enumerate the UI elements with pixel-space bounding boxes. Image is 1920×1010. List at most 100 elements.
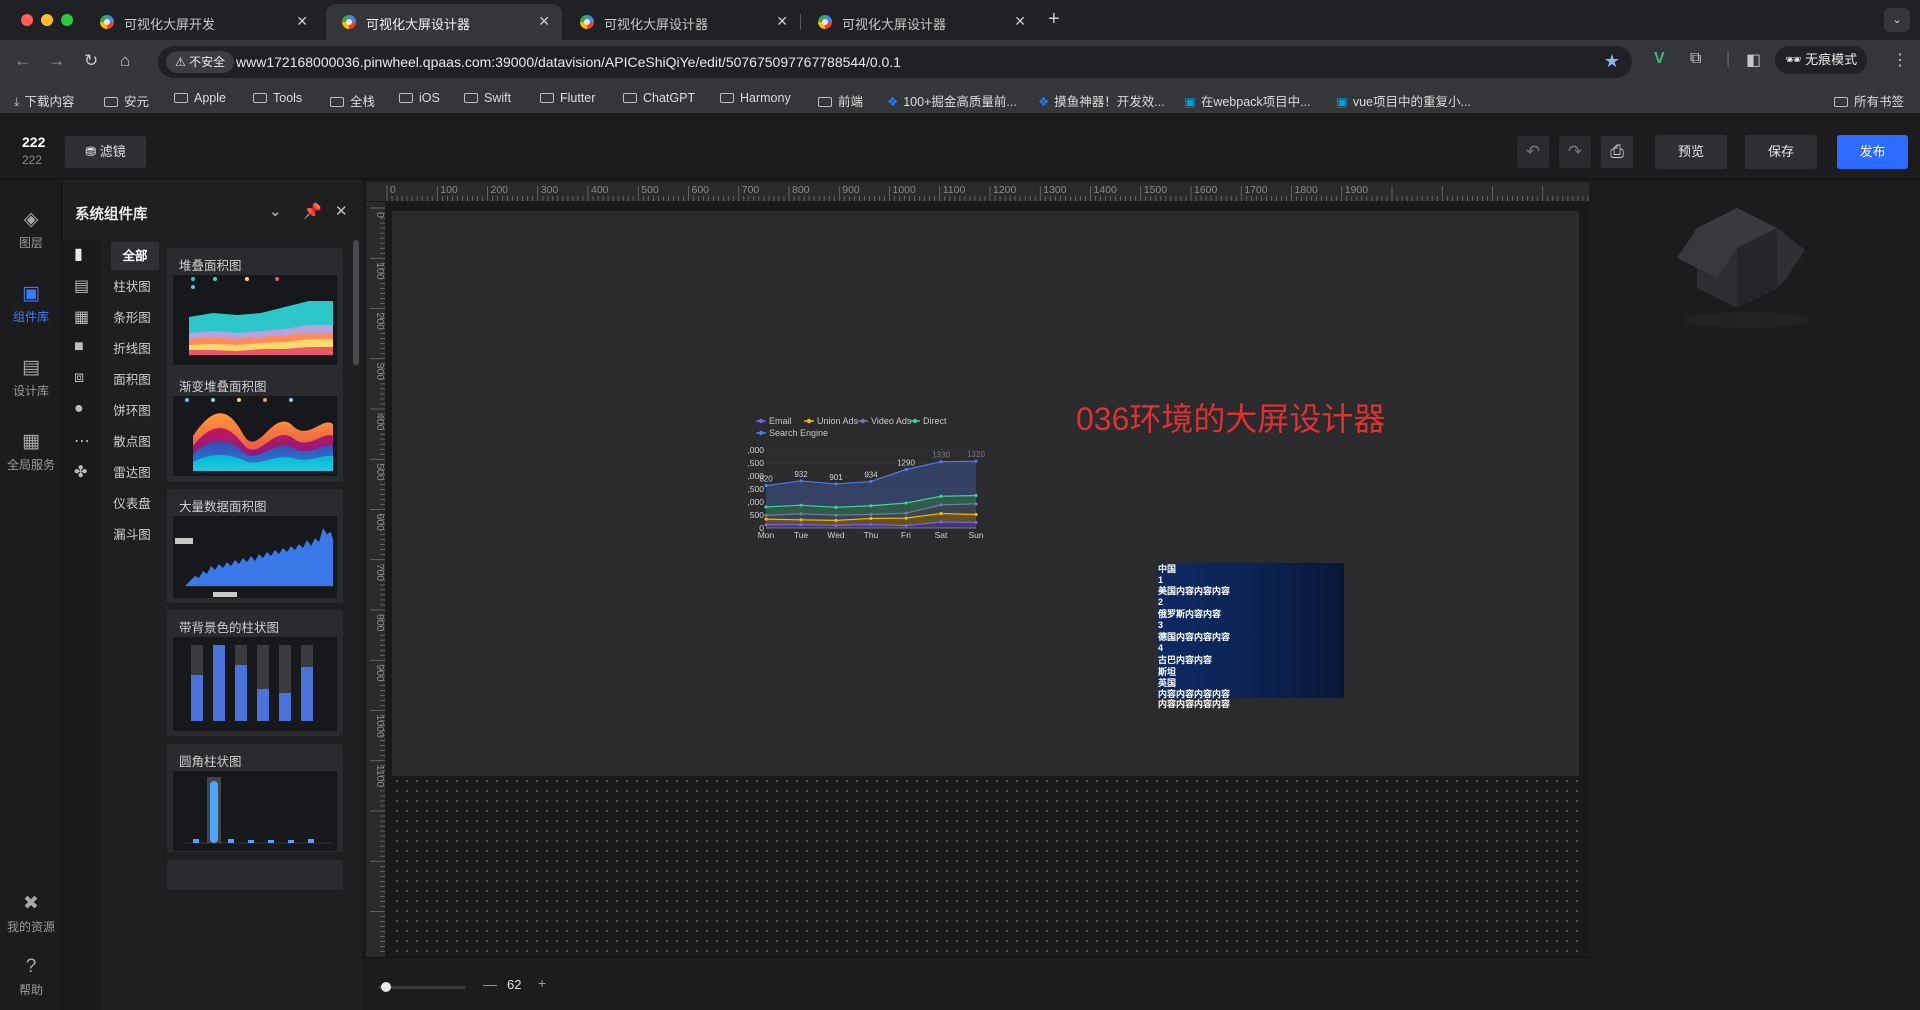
insecure-badge[interactable]: ⚠ 不安全 — [166, 51, 235, 73]
bar-chart-icon[interactable]: ▮ — [74, 244, 83, 264]
data-point[interactable] — [939, 520, 943, 524]
legend-label[interactable]: Union Ads — [817, 416, 859, 426]
data-point[interactable] — [834, 523, 838, 527]
legend-label[interactable]: Video Ads — [871, 416, 912, 426]
data-point[interactable] — [834, 505, 838, 509]
data-point[interactable] — [764, 523, 768, 527]
data-point[interactable] — [939, 494, 943, 498]
data-point[interactable] — [869, 516, 873, 521]
data-point[interactable] — [904, 511, 908, 515]
bookmark-folder[interactable]: 前端 — [818, 91, 863, 110]
address-bar[interactable]: ⚠ 不安全 www172168000036.pinwheel.qpaas.com… — [158, 46, 1632, 78]
category-area[interactable]: 面积图 — [101, 366, 163, 394]
bookmark-star-icon[interactable]: ★ — [1604, 51, 1620, 72]
scroll-table-widget[interactable]: 中国 1 美国内容内容内容 2 俄罗斯内容内容 3 德国内容内容内容 4 古巴内… — [1158, 563, 1344, 709]
data-point[interactable] — [869, 504, 873, 508]
incognito-indicator[interactable]: 🕶 无痕模式 — [1775, 46, 1868, 74]
maximize-window-button[interactable] — [61, 14, 73, 26]
category-funnel[interactable]: 漏斗图 — [101, 521, 163, 549]
data-point[interactable] — [764, 517, 768, 521]
data-point[interactable] — [939, 511, 943, 516]
bookmark-folder[interactable]: ChatGPT — [623, 91, 695, 105]
data-point[interactable] — [974, 493, 978, 498]
category-gauge[interactable]: 仪表盘 — [101, 490, 163, 518]
rail-item-help[interactable]: ? 帮助 — [0, 956, 62, 998]
legend-label[interactable]: Email — [769, 416, 792, 426]
data-point[interactable] — [869, 479, 873, 484]
table-icon[interactable]: ▦ — [74, 307, 89, 327]
component-card[interactable]: 渐变堆叠面积图 — [167, 369, 343, 482]
data-point[interactable] — [939, 460, 943, 464]
library-scrollbar[interactable] — [353, 240, 359, 365]
bookmark-folder[interactable]: Apple — [174, 91, 226, 105]
home-icon[interactable]: ⌂ — [120, 51, 130, 71]
data-point[interactable] — [834, 482, 838, 486]
browser-tab[interactable]: 可视化大屏开发 ✕ — [84, 4, 320, 40]
close-tab-icon[interactable]: ✕ — [538, 13, 550, 30]
data-point[interactable] — [764, 484, 768, 488]
zoom-in-icon[interactable]: + — [538, 975, 546, 991]
filter-slider-icon[interactable]: ⧈ — [74, 369, 84, 387]
minimize-window-button[interactable] — [41, 14, 53, 26]
data-point[interactable] — [764, 505, 768, 509]
data-point[interactable] — [799, 522, 803, 527]
category-scatter[interactable]: 散点图 — [101, 428, 163, 456]
pin-icon[interactable]: 📌 — [303, 202, 322, 220]
bookmark-folder[interactable]: Tools — [253, 91, 302, 105]
component-card[interactable]: 带背景色的柱状图 — [167, 610, 343, 736]
data-point[interactable] — [799, 503, 803, 507]
forward-arrow-icon[interactable]: → — [48, 51, 65, 71]
browser-menu-icon[interactable]: ⋮ — [1892, 50, 1908, 70]
bookmark-folder[interactable]: Flutter — [540, 91, 595, 105]
category-radar[interactable]: 雷达图 — [101, 459, 163, 487]
title-text-widget[interactable]: 036环境的大屏设计器 — [1076, 394, 1385, 440]
data-point[interactable] — [799, 512, 803, 516]
data-point[interactable] — [904, 524, 908, 528]
bookmark-folder[interactable]: 安元 — [104, 91, 149, 110]
bookmark-item[interactable]: ❖ 100+掘金高质量前... — [887, 91, 1017, 110]
filter-button[interactable]: ⛃ 滤镜 — [65, 136, 146, 168]
data-point[interactable] — [799, 479, 803, 483]
url-text[interactable]: www172168000036.pinwheel.qpaas.com:39000… — [236, 54, 901, 70]
data-point[interactable] — [974, 512, 978, 517]
zoom-slider-track[interactable] — [378, 986, 466, 989]
bookmark-item[interactable]: ⤓ 下载内容 — [14, 91, 75, 110]
video-icon[interactable]: ■ — [74, 338, 84, 356]
clear-brush-icon[interactable]: ⎙ — [1601, 136, 1633, 168]
all-bookmarks-folder[interactable]: 所有书签 — [1834, 91, 1904, 110]
back-arrow-icon[interactable]: ← — [14, 51, 31, 71]
design-canvas[interactable]: 0 100 200 300 400 500 600 700 800 900 1000 1100 1200… — [363, 180, 1589, 957]
side-panel-icon[interactable]: ◧ — [1746, 50, 1761, 70]
browser-tab[interactable]: 可视化大屏设计器 ✕ — [802, 4, 1038, 40]
data-point[interactable] — [799, 518, 803, 522]
browser-tab[interactable]: 可视化大屏设计器 ✕ — [564, 4, 800, 40]
stack-icon[interactable]: ▤ — [74, 276, 89, 296]
rail-item-global-service[interactable]: ▦ 全局服务 — [0, 430, 62, 473]
data-point[interactable] — [974, 502, 978, 506]
extensions-puzzle-icon[interactable]: ⧉ — [1690, 50, 1701, 68]
component-card[interactable]: 堆叠面积图 — [167, 248, 343, 370]
grid-icon[interactable]: ✤ — [74, 462, 87, 482]
data-point[interactable] — [974, 520, 978, 525]
component-card[interactable] — [167, 860, 343, 890]
stacked-area-chart-widget[interactable]: Email Union Ads Video Ads Direct Search Engi… — [748, 413, 988, 553]
close-tab-icon[interactable]: ✕ — [1014, 13, 1026, 30]
close-window-button[interactable] — [21, 14, 33, 26]
publish-button[interactable]: 发布 — [1837, 135, 1908, 169]
bookmark-item[interactable]: ❖ 摸鱼神器！开发效... — [1038, 91, 1165, 110]
redo-icon[interactable]: ↷ — [1559, 136, 1591, 168]
rail-item-design-library[interactable]: ▤ 设计库 — [0, 356, 62, 399]
bookmark-folder[interactable]: 全栈 — [330, 91, 375, 110]
close-icon[interactable]: ✕ — [335, 202, 348, 220]
reload-icon[interactable]: ↻ — [84, 51, 98, 71]
user-icon[interactable]: ● — [74, 400, 84, 418]
data-point[interactable] — [939, 503, 943, 507]
zoom-slider-handle[interactable] — [381, 982, 391, 992]
data-point[interactable] — [974, 459, 978, 463]
legend-label[interactable]: Search Engine — [769, 428, 828, 438]
data-point[interactable] — [904, 501, 908, 505]
bookmark-item[interactable]: ▣ 在webpack项目中... — [1184, 91, 1311, 110]
save-button[interactable]: 保存 — [1745, 135, 1817, 169]
rail-item-layers[interactable]: ◈ 图层 — [0, 208, 62, 251]
component-card[interactable]: 圆角柱状图 — [167, 744, 343, 852]
